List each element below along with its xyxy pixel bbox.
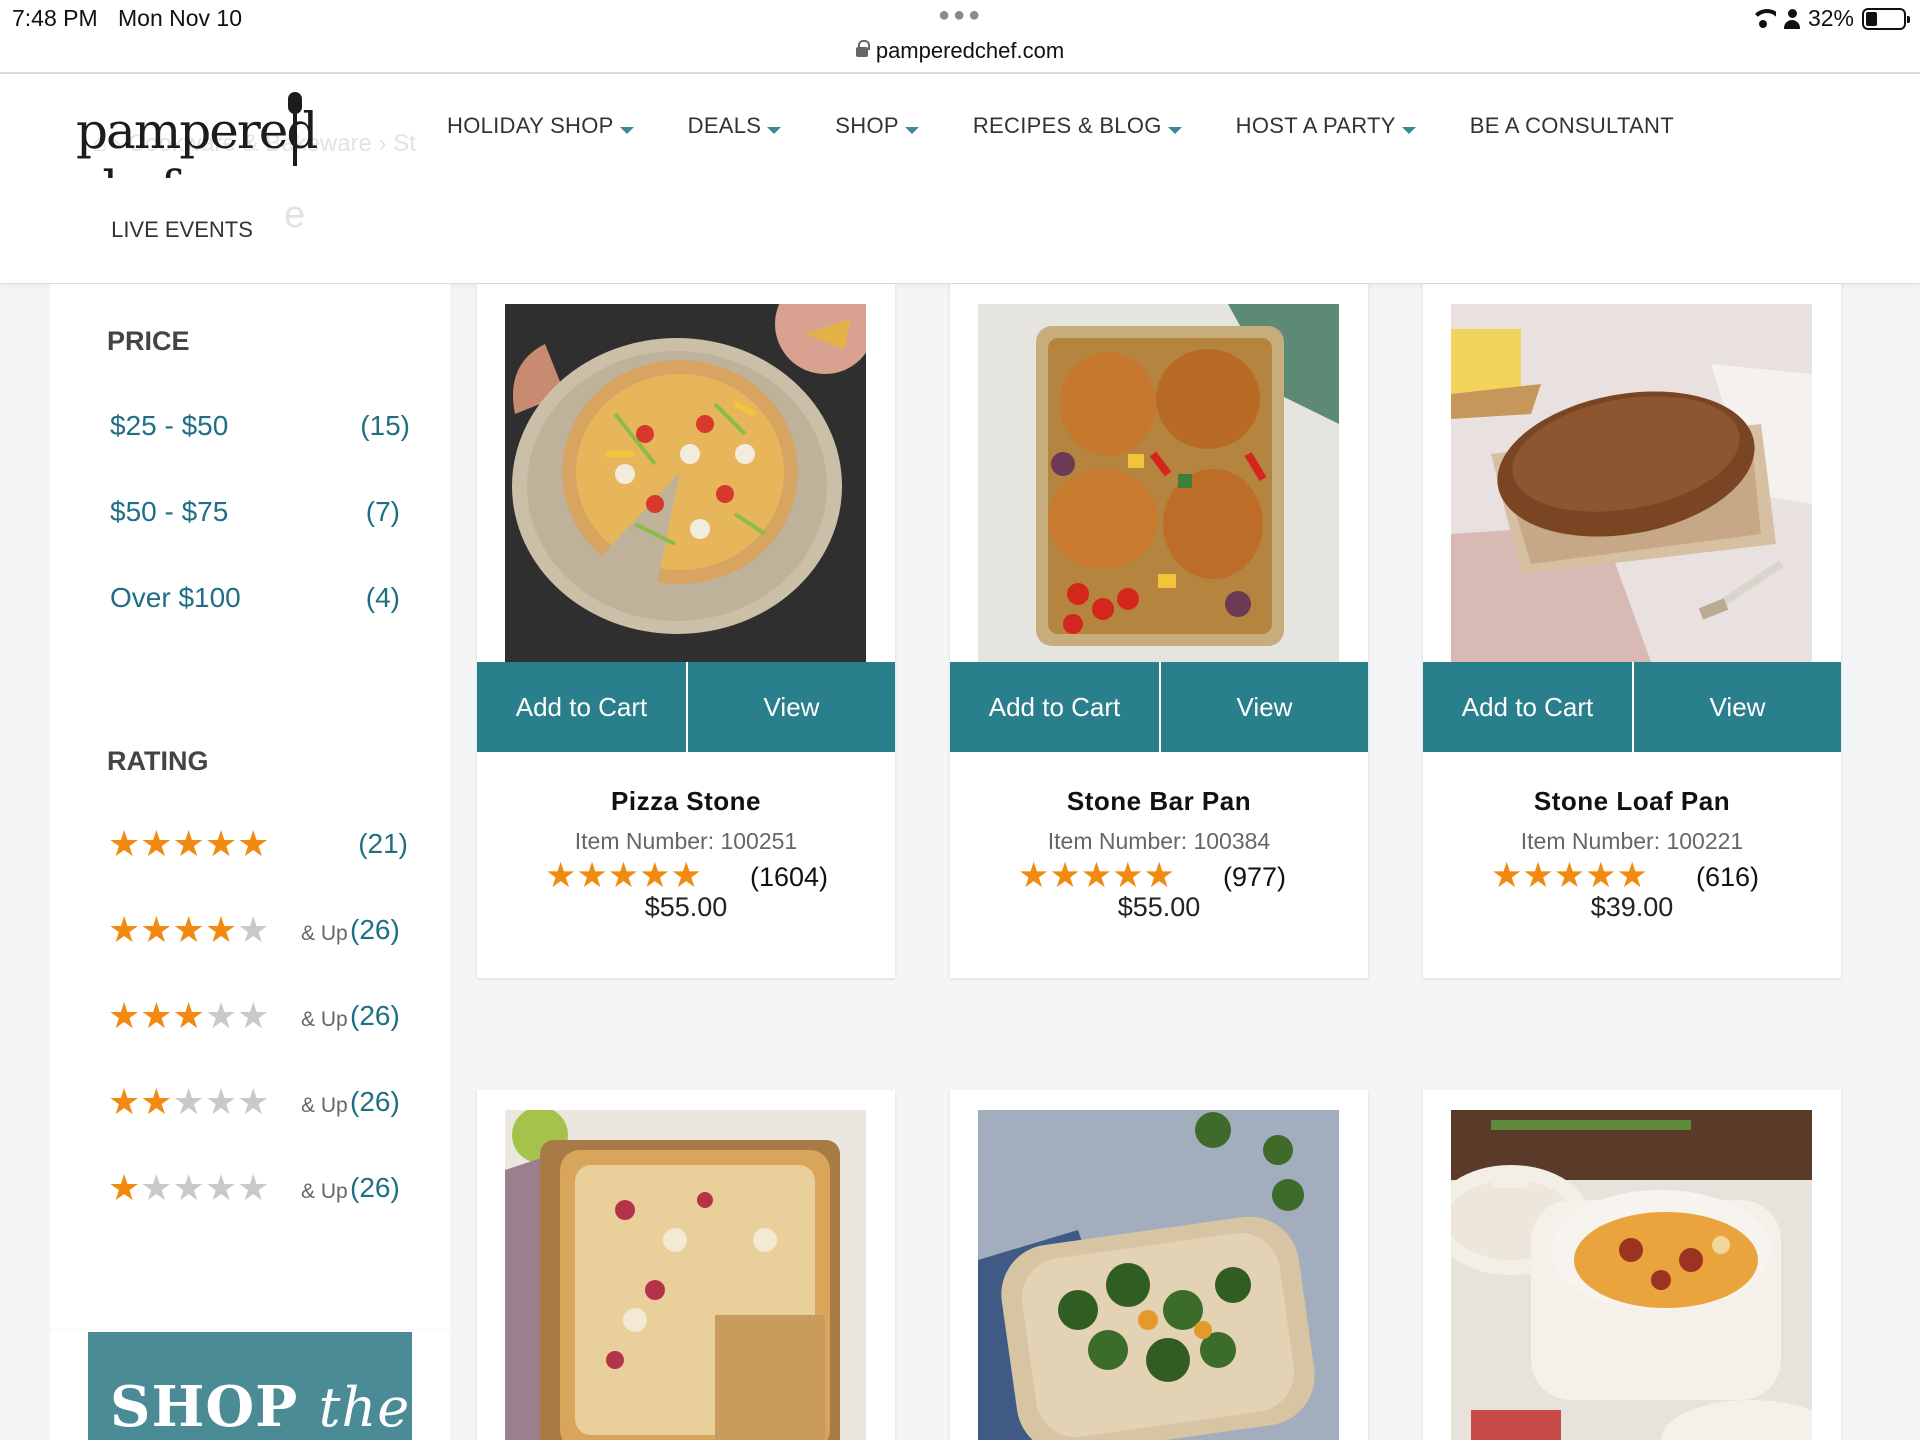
product-card: Add to Cart View Stone Loaf Pan Item Num… <box>1423 284 1841 978</box>
filter-count: (15) <box>360 410 410 441</box>
chevron-down-icon <box>1401 126 1416 134</box>
add-to-cart-button[interactable]: Add to Cart <box>477 662 686 752</box>
product-actions: Add to Cart View <box>950 662 1368 752</box>
star-rating-icon: ★★★★★ <box>108 995 270 1036</box>
rating-filter-3-up[interactable]: ★★★★★ & Up (26) <box>108 998 408 1038</box>
view-button[interactable]: View <box>1159 662 1368 752</box>
product-image[interactable] <box>505 1110 866 1440</box>
filter-sidebar: PRICE $25 - $50 (15) $50 - $75 (7) Over … <box>50 284 450 1329</box>
filter-count: (4) <box>365 582 400 613</box>
filter-count: (26) <box>350 1172 400 1203</box>
site-header: ⌂ › Cookware & Bakeware › St e pamperedc… <box>0 74 1920 284</box>
nav-live-events[interactable]: LIVE EVENTS <box>78 178 286 282</box>
logo-text-left: pampered <box>76 102 318 160</box>
promo-banner-wrap: SHOP the <box>50 1330 450 1440</box>
product-name[interactable]: Stone Bar Pan <box>950 786 1368 817</box>
date: Mon Nov 10 <box>118 5 243 31</box>
product-image[interactable] <box>1451 1110 1812 1440</box>
product-card: Add to Cart View Stone Bar Pan Item Numb… <box>950 284 1368 978</box>
chevron-down-icon <box>1167 126 1182 134</box>
rating-filter-5[interactable]: ★★★★★ (21) <box>108 826 408 866</box>
price-filter-50-75[interactable]: $50 - $75 (7) <box>110 496 400 528</box>
rating-filter-1-up[interactable]: ★★★★★ & Up (26) <box>108 1170 408 1210</box>
nav-host-a-party[interactable]: HOST A PARTY <box>1236 113 1416 139</box>
product-rating: ★★★★★ (977) <box>1018 858 1318 896</box>
star-rating-icon: ★★★★★ <box>108 1081 270 1122</box>
rating-filter-title: RATING <box>107 746 209 776</box>
star-rating-icon: ★★★★★ <box>545 856 702 895</box>
status-bar: 7:48 PM Mon Nov 10 ●●● pamperedchef.com … <box>0 0 1920 74</box>
filter-count: (7) <box>365 496 400 527</box>
product-rating: ★★★★★ (616) <box>1491 858 1791 896</box>
spoon-icon <box>288 92 302 166</box>
view-button[interactable]: View <box>1632 662 1841 752</box>
star-rating-icon: ★★★★★ <box>1018 856 1175 895</box>
nav-holiday-shop[interactable]: HOLIDAY SHOP <box>447 113 634 139</box>
price-filter-over-100[interactable]: Over $100 (4) <box>110 582 400 614</box>
product-price: $55.00 <box>644 892 728 922</box>
review-count[interactable]: (616) <box>1696 862 1759 893</box>
add-to-cart-button[interactable]: Add to Cart <box>950 662 1159 752</box>
status-icons: 32% <box>1749 5 1910 32</box>
filter-count: (26) <box>350 914 400 945</box>
product-price: $39.00 <box>1590 892 1674 922</box>
filter-count: (26) <box>350 1000 400 1031</box>
price-filter-title: PRICE <box>107 326 190 356</box>
nav-shop[interactable]: SHOP <box>835 113 919 139</box>
product-image[interactable] <box>1451 304 1812 662</box>
wifi-icon <box>1749 8 1776 29</box>
chevron-down-icon <box>767 126 782 134</box>
person-icon <box>1783 8 1800 29</box>
product-name[interactable]: Stone Loaf Pan <box>1423 786 1841 817</box>
add-to-cart-button[interactable]: Add to Cart <box>1423 662 1632 752</box>
product-card <box>1423 1090 1841 1440</box>
lock-icon <box>855 40 870 57</box>
product-card <box>477 1090 895 1440</box>
product-actions: Add to Cart View <box>1423 662 1841 752</box>
rating-filter-4-up[interactable]: ★★★★★ & Up (26) <box>108 912 408 952</box>
item-number: Item Number: 100221 <box>1520 828 1744 854</box>
filter-count: (21) <box>358 828 408 859</box>
filter-count: (26) <box>350 1086 400 1117</box>
star-rating-icon: ★★★★★ <box>108 909 270 950</box>
product-card: Add to Cart View Pizza Stone Item Number… <box>477 284 895 978</box>
chevron-down-icon <box>904 126 919 134</box>
main-nav: HOLIDAY SHOP DEALS SHOP RECIPES & BLOG H… <box>437 74 1677 178</box>
product-rating: ★★★★★ (1604) <box>545 858 845 896</box>
chevron-down-icon <box>619 126 634 134</box>
review-count[interactable]: (1604) <box>750 862 828 893</box>
product-image[interactable] <box>978 304 1339 662</box>
view-button[interactable]: View <box>686 662 895 752</box>
item-number: Item Number: 100251 <box>574 828 798 854</box>
url-text: pamperedchef.com <box>875 38 1065 63</box>
nav-deals[interactable]: DEALS <box>688 113 782 139</box>
product-card <box>950 1090 1368 1440</box>
promo-banner[interactable]: SHOP the <box>88 1332 412 1440</box>
battery-percent: 32% <box>1807 5 1854 31</box>
product-image[interactable] <box>978 1110 1339 1440</box>
address-bar[interactable]: pamperedchef.com <box>0 38 1920 64</box>
nav-be-a-consultant[interactable]: BE A CONSULTANT <box>1470 113 1674 139</box>
item-number: Item Number: 100384 <box>1047 828 1271 854</box>
battery-icon <box>1862 7 1910 30</box>
review-count[interactable]: (977) <box>1223 862 1286 893</box>
price-filter-25-50[interactable]: $25 - $50 (15) <box>110 410 410 442</box>
more-dots-icon[interactable]: ●●● <box>938 4 983 27</box>
product-name[interactable]: Pizza Stone <box>477 786 895 817</box>
clock: 7:48 PM <box>12 5 98 31</box>
product-actions: Add to Cart View <box>477 662 895 752</box>
rating-filter-2-up[interactable]: ★★★★★ & Up (26) <box>108 1084 408 1124</box>
nav-recipes-blog[interactable]: RECIPES & BLOG <box>973 113 1182 139</box>
star-rating-icon: ★★★★★ <box>1491 856 1648 895</box>
pampered-chef-logo[interactable]: pamperedchef <box>76 88 406 218</box>
product-image[interactable] <box>505 304 866 662</box>
star-rating-icon: ★★★★★ <box>108 1167 270 1208</box>
product-price: $55.00 <box>1117 892 1201 922</box>
